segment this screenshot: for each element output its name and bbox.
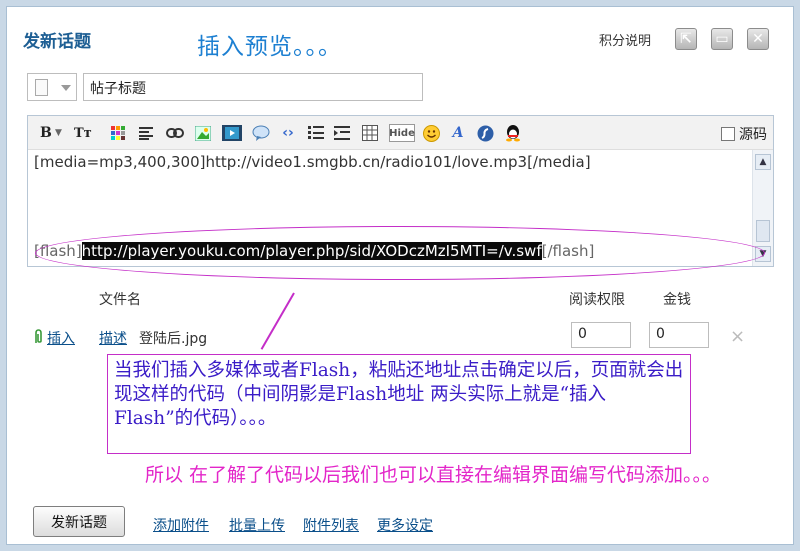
post-topic-button[interactable]: 发新话题 [33,506,125,537]
add-attachment-link[interactable]: 添加附件 [153,515,209,535]
attachment-price-header: 金钱 [663,292,691,308]
code-icon[interactable]: ‹› [280,124,296,142]
subject-input[interactable]: 帖子标题 [83,73,423,101]
price-input[interactable]: 0 [649,322,709,348]
attachment-filename: 登陆后.jpg [139,331,208,347]
pop-out-icon[interactable]: ⇱ [675,28,697,50]
close-icon[interactable]: ✕ [747,28,769,50]
highlight-oval-annotation [35,226,765,280]
image-icon[interactable] [194,124,212,142]
table-icon[interactable] [362,124,378,142]
scroll-up-icon[interactable]: ▲ [755,154,771,170]
post-type-dropdown[interactable] [27,73,77,101]
source-code-toggle[interactable]: 源码 [721,124,767,144]
bold-chevron-icon[interactable]: ▼ [55,124,62,142]
source-checkbox[interactable] [721,127,735,141]
color-grid-icon[interactable] [110,124,126,142]
paperclip-icon [33,329,44,344]
describe-attachment-link[interactable]: 描述 [99,328,127,348]
scroll-thumb[interactable] [756,220,770,242]
quote-icon[interactable] [252,124,270,142]
insert-preview-annotation: 插入预览。。。 [197,34,342,60]
chevron-down-icon [61,85,71,91]
document-icon [35,79,48,96]
delete-attachment-icon[interactable]: × [730,326,745,347]
bottom-annotation: 所以 在了解了代码以后我们也可以直接在编辑界面编写代码添加。。。 [145,464,722,486]
link-icon[interactable] [166,124,184,142]
callout-pointer-line [260,292,295,350]
attachment-list-link[interactable]: 附件列表 [303,515,359,535]
hide-icon[interactable]: Hide [389,124,415,142]
attachment-permission-header: 阅读权限 [569,292,625,308]
qq-icon[interactable] [504,124,522,142]
new-topic-dialog: 发新话题 插入预览。。。 积分说明 ⇱ ▭ ✕ 帖子标题 B ▼ Tт ‹› H… [6,6,794,545]
media-icon[interactable] [222,124,242,142]
dialog-title: 发新话题 [23,32,91,52]
attachment-filename-header: 文件名 [99,292,141,308]
font-icon[interactable]: A [450,124,466,142]
flash-icon[interactable] [476,124,494,142]
align-icon[interactable] [138,124,154,142]
batch-upload-link[interactable]: 批量上传 [229,515,285,535]
media-code-line: [media=mp3,400,300]http://video1.smgbb.c… [34,153,591,171]
smiley-icon[interactable] [422,124,440,142]
bold-icon[interactable]: B [40,124,52,142]
source-label: 源码 [739,127,767,143]
points-rules-link[interactable]: 积分说明 [599,30,651,49]
ordered-list-icon[interactable] [308,124,324,142]
more-settings-link[interactable]: 更多设定 [377,515,433,535]
font-size-icon[interactable]: Tт [74,124,92,142]
maximize-icon[interactable]: ▭ [711,28,733,50]
read-permission-input[interactable]: 0 [571,322,631,348]
indent-icon[interactable] [334,124,350,142]
insert-attachment-link[interactable]: 插入 [47,328,75,348]
editor-toolbar: B ▼ Tт ‹› Hide A 源码 [28,116,773,150]
explanation-callout: 当我们插入多媒体或者Flash，粘贴还地址点击确定以后，页面就会出现这样的代码（… [107,354,691,454]
